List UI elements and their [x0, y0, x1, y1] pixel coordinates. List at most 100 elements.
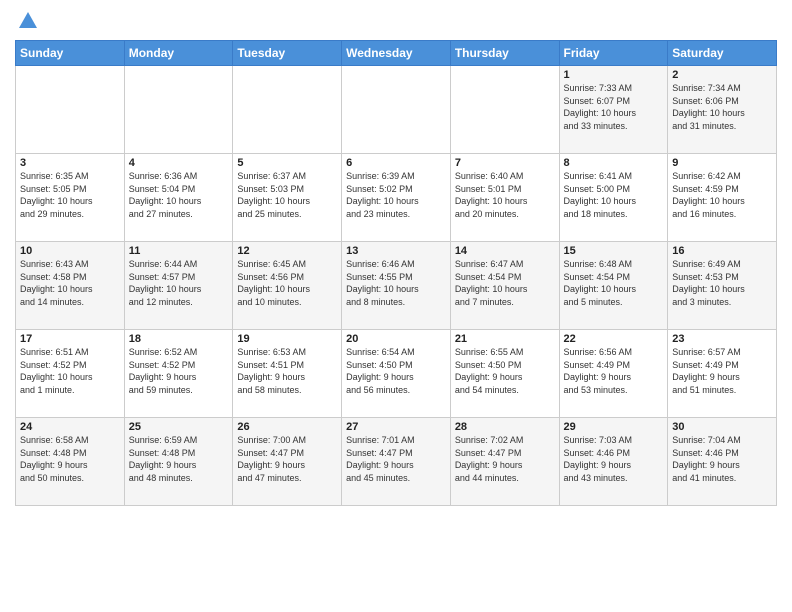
day-number: 21 [455, 333, 555, 345]
day-detail: Sunrise: 6:52 AM Sunset: 4:52 PM Dayligh… [129, 346, 229, 396]
calendar-cell [124, 66, 233, 154]
calendar-week-4: 17Sunrise: 6:51 AM Sunset: 4:52 PM Dayli… [16, 330, 777, 418]
calendar-cell: 5Sunrise: 6:37 AM Sunset: 5:03 PM Daylig… [233, 154, 342, 242]
day-number: 13 [346, 245, 446, 257]
calendar-cell [16, 66, 125, 154]
calendar-cell: 21Sunrise: 6:55 AM Sunset: 4:50 PM Dayli… [450, 330, 559, 418]
calendar-cell: 8Sunrise: 6:41 AM Sunset: 5:00 PM Daylig… [559, 154, 668, 242]
day-number: 4 [129, 157, 229, 169]
calendar-cell: 17Sunrise: 6:51 AM Sunset: 4:52 PM Dayli… [16, 330, 125, 418]
calendar-body: 1Sunrise: 7:33 AM Sunset: 6:07 PM Daylig… [16, 66, 777, 506]
weekday-row: SundayMondayTuesdayWednesdayThursdayFrid… [16, 41, 777, 66]
day-detail: Sunrise: 7:01 AM Sunset: 4:47 PM Dayligh… [346, 434, 446, 484]
calendar-cell: 15Sunrise: 6:48 AM Sunset: 4:54 PM Dayli… [559, 242, 668, 330]
day-number: 14 [455, 245, 555, 257]
day-number: 3 [20, 157, 120, 169]
calendar-cell: 24Sunrise: 6:58 AM Sunset: 4:48 PM Dayli… [16, 418, 125, 506]
day-detail: Sunrise: 6:58 AM Sunset: 4:48 PM Dayligh… [20, 434, 120, 484]
calendar-cell: 2Sunrise: 7:34 AM Sunset: 6:06 PM Daylig… [668, 66, 777, 154]
calendar-cell: 25Sunrise: 6:59 AM Sunset: 4:48 PM Dayli… [124, 418, 233, 506]
day-number: 6 [346, 157, 446, 169]
calendar-cell [450, 66, 559, 154]
weekday-header-monday: Monday [124, 41, 233, 66]
day-detail: Sunrise: 6:46 AM Sunset: 4:55 PM Dayligh… [346, 258, 446, 308]
calendar-cell: 9Sunrise: 6:42 AM Sunset: 4:59 PM Daylig… [668, 154, 777, 242]
calendar-cell: 7Sunrise: 6:40 AM Sunset: 5:01 PM Daylig… [450, 154, 559, 242]
day-detail: Sunrise: 6:43 AM Sunset: 4:58 PM Dayligh… [20, 258, 120, 308]
calendar-cell: 11Sunrise: 6:44 AM Sunset: 4:57 PM Dayli… [124, 242, 233, 330]
logo-icon [17, 10, 39, 32]
day-number: 29 [564, 421, 664, 433]
weekday-header-saturday: Saturday [668, 41, 777, 66]
day-detail: Sunrise: 6:55 AM Sunset: 4:50 PM Dayligh… [455, 346, 555, 396]
calendar-week-5: 24Sunrise: 6:58 AM Sunset: 4:48 PM Dayli… [16, 418, 777, 506]
day-number: 18 [129, 333, 229, 345]
weekday-header-friday: Friday [559, 41, 668, 66]
calendar-week-2: 3Sunrise: 6:35 AM Sunset: 5:05 PM Daylig… [16, 154, 777, 242]
day-detail: Sunrise: 6:47 AM Sunset: 4:54 PM Dayligh… [455, 258, 555, 308]
day-number: 11 [129, 245, 229, 257]
day-number: 12 [237, 245, 337, 257]
day-detail: Sunrise: 7:00 AM Sunset: 4:47 PM Dayligh… [237, 434, 337, 484]
weekday-header-thursday: Thursday [450, 41, 559, 66]
day-detail: Sunrise: 6:39 AM Sunset: 5:02 PM Dayligh… [346, 170, 446, 220]
day-detail: Sunrise: 6:53 AM Sunset: 4:51 PM Dayligh… [237, 346, 337, 396]
day-detail: Sunrise: 6:42 AM Sunset: 4:59 PM Dayligh… [672, 170, 772, 220]
calendar-cell: 18Sunrise: 6:52 AM Sunset: 4:52 PM Dayli… [124, 330, 233, 418]
page: SundayMondayTuesdayWednesdayThursdayFrid… [0, 0, 792, 521]
calendar-cell: 30Sunrise: 7:04 AM Sunset: 4:46 PM Dayli… [668, 418, 777, 506]
day-number: 7 [455, 157, 555, 169]
day-number: 16 [672, 245, 772, 257]
calendar-cell: 19Sunrise: 6:53 AM Sunset: 4:51 PM Dayli… [233, 330, 342, 418]
day-number: 22 [564, 333, 664, 345]
weekday-header-wednesday: Wednesday [342, 41, 451, 66]
calendar-cell: 14Sunrise: 6:47 AM Sunset: 4:54 PM Dayli… [450, 242, 559, 330]
day-number: 10 [20, 245, 120, 257]
calendar-header: SundayMondayTuesdayWednesdayThursdayFrid… [16, 41, 777, 66]
day-detail: Sunrise: 7:02 AM Sunset: 4:47 PM Dayligh… [455, 434, 555, 484]
day-detail: Sunrise: 7:34 AM Sunset: 6:06 PM Dayligh… [672, 82, 772, 132]
day-detail: Sunrise: 6:45 AM Sunset: 4:56 PM Dayligh… [237, 258, 337, 308]
day-detail: Sunrise: 7:03 AM Sunset: 4:46 PM Dayligh… [564, 434, 664, 484]
day-detail: Sunrise: 6:54 AM Sunset: 4:50 PM Dayligh… [346, 346, 446, 396]
day-number: 20 [346, 333, 446, 345]
weekday-header-tuesday: Tuesday [233, 41, 342, 66]
day-detail: Sunrise: 6:35 AM Sunset: 5:05 PM Dayligh… [20, 170, 120, 220]
calendar-cell: 3Sunrise: 6:35 AM Sunset: 5:05 PM Daylig… [16, 154, 125, 242]
calendar-cell: 13Sunrise: 6:46 AM Sunset: 4:55 PM Dayli… [342, 242, 451, 330]
calendar-cell: 29Sunrise: 7:03 AM Sunset: 4:46 PM Dayli… [559, 418, 668, 506]
day-number: 24 [20, 421, 120, 433]
calendar-cell: 1Sunrise: 7:33 AM Sunset: 6:07 PM Daylig… [559, 66, 668, 154]
day-detail: Sunrise: 6:41 AM Sunset: 5:00 PM Dayligh… [564, 170, 664, 220]
day-number: 8 [564, 157, 664, 169]
day-detail: Sunrise: 6:56 AM Sunset: 4:49 PM Dayligh… [564, 346, 664, 396]
day-detail: Sunrise: 6:49 AM Sunset: 4:53 PM Dayligh… [672, 258, 772, 308]
day-number: 30 [672, 421, 772, 433]
calendar-cell: 10Sunrise: 6:43 AM Sunset: 4:58 PM Dayli… [16, 242, 125, 330]
calendar-cell [342, 66, 451, 154]
day-detail: Sunrise: 6:51 AM Sunset: 4:52 PM Dayligh… [20, 346, 120, 396]
calendar: SundayMondayTuesdayWednesdayThursdayFrid… [15, 40, 777, 506]
weekday-header-sunday: Sunday [16, 41, 125, 66]
day-detail: Sunrise: 6:48 AM Sunset: 4:54 PM Dayligh… [564, 258, 664, 308]
day-number: 23 [672, 333, 772, 345]
day-detail: Sunrise: 6:44 AM Sunset: 4:57 PM Dayligh… [129, 258, 229, 308]
calendar-week-3: 10Sunrise: 6:43 AM Sunset: 4:58 PM Dayli… [16, 242, 777, 330]
day-number: 2 [672, 69, 772, 81]
logo [15, 10, 39, 32]
calendar-cell: 28Sunrise: 7:02 AM Sunset: 4:47 PM Dayli… [450, 418, 559, 506]
calendar-cell: 16Sunrise: 6:49 AM Sunset: 4:53 PM Dayli… [668, 242, 777, 330]
day-number: 27 [346, 421, 446, 433]
calendar-cell: 20Sunrise: 6:54 AM Sunset: 4:50 PM Dayli… [342, 330, 451, 418]
calendar-cell: 26Sunrise: 7:00 AM Sunset: 4:47 PM Dayli… [233, 418, 342, 506]
day-number: 26 [237, 421, 337, 433]
day-number: 19 [237, 333, 337, 345]
day-number: 25 [129, 421, 229, 433]
calendar-cell: 22Sunrise: 6:56 AM Sunset: 4:49 PM Dayli… [559, 330, 668, 418]
header [15, 10, 777, 32]
calendar-cell [233, 66, 342, 154]
day-detail: Sunrise: 7:04 AM Sunset: 4:46 PM Dayligh… [672, 434, 772, 484]
day-number: 5 [237, 157, 337, 169]
day-detail: Sunrise: 6:59 AM Sunset: 4:48 PM Dayligh… [129, 434, 229, 484]
day-number: 28 [455, 421, 555, 433]
